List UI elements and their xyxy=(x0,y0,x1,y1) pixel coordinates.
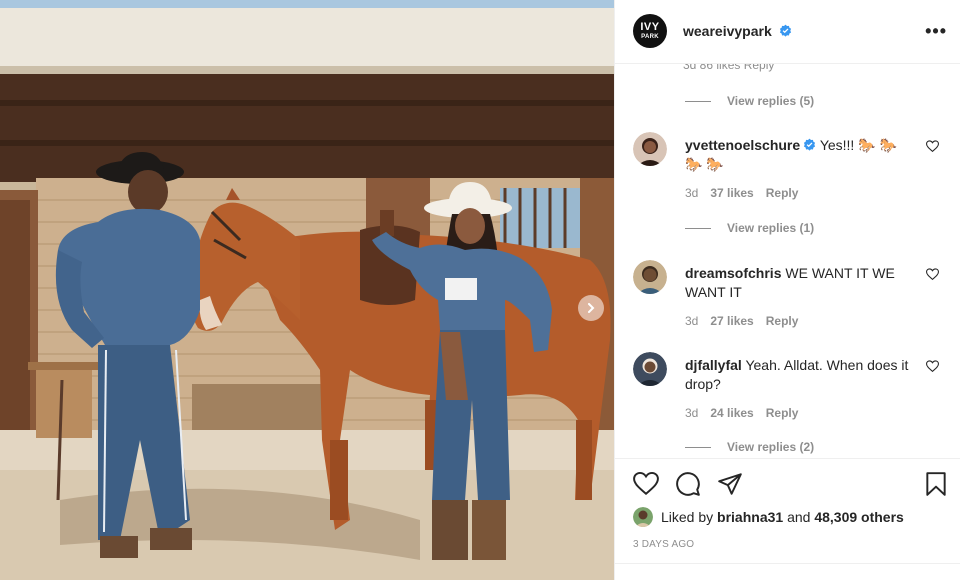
divider-dash xyxy=(685,100,711,102)
reply-button[interactable]: Reply xyxy=(766,314,799,328)
view-replies-button[interactable]: View replies (2) xyxy=(685,440,814,454)
avatar[interactable] xyxy=(633,507,653,527)
comment-username[interactable]: djfallyfal xyxy=(685,357,742,373)
likes-prefix: Liked by xyxy=(661,509,714,525)
comment-text-block: yvettenoelschure Yes!!! 🐎 🐎 🐎 🐎 xyxy=(685,136,909,174)
next-photo-button[interactable] xyxy=(578,295,604,321)
comment-likes[interactable]: 27 likes xyxy=(710,314,753,328)
comment: djfallyfal Yeah. Alldat. When does it dr… xyxy=(633,352,953,432)
post-side-panel: IVY PARK weareivypark ••• 3d 86 likes Re… xyxy=(614,0,960,580)
view-replies-label: View replies (2) xyxy=(727,440,815,454)
comment: yvettenoelschure Yes!!! 🐎 🐎 🐎 🐎 3d 37 li… xyxy=(633,132,953,228)
comment-text-block: djfallyfal Yeah. Alldat. When does it dr… xyxy=(685,356,909,394)
divider xyxy=(615,563,960,564)
more-options-button[interactable]: ••• xyxy=(925,22,947,40)
comment-meta: 3d 37 likes Reply xyxy=(685,186,798,200)
comment-username[interactable]: yvettenoelschure xyxy=(685,137,800,153)
verified-icon xyxy=(804,138,816,151)
avatar-text-ivy: IVY xyxy=(640,21,660,33)
comment-age: 3d xyxy=(685,186,699,200)
divider-dash xyxy=(685,446,711,448)
comment-meta: 3d 24 likes Reply xyxy=(685,406,798,420)
avatar[interactable] xyxy=(633,352,667,386)
comments-list[interactable]: 3d 86 likes Reply View replies (5) yvett… xyxy=(615,64,960,458)
account-username-row: weareivypark xyxy=(683,23,792,39)
like-comment-heart-icon[interactable] xyxy=(926,268,939,281)
avatar[interactable] xyxy=(633,260,667,294)
reply-button[interactable]: Reply xyxy=(766,406,799,420)
view-replies-button[interactable]: View replies (1) xyxy=(685,221,814,235)
like-comment-heart-icon[interactable] xyxy=(926,360,939,373)
avatar[interactable] xyxy=(633,132,667,166)
avatar-text-park: PARK xyxy=(641,34,659,40)
post-actions: Liked by briahna31 and 48,309 others 3 D… xyxy=(615,458,960,580)
post-photo[interactable] xyxy=(0,0,614,580)
comment-likes[interactable]: 24 likes xyxy=(710,406,753,420)
likes-and: and xyxy=(787,509,811,525)
comment: dreamsofchris WE WANT IT WE WANT IT 3d 2… xyxy=(633,260,953,340)
comment-age: 3d xyxy=(685,314,699,328)
view-replies-button[interactable]: View replies (5) xyxy=(685,94,814,108)
comment-likes[interactable]: 37 likes xyxy=(710,186,753,200)
chevron-right-icon xyxy=(588,303,595,313)
account-avatar[interactable]: IVY PARK xyxy=(633,14,667,48)
likes-summary: Liked by briahna31 and 48,309 others xyxy=(633,507,904,527)
partial-comment-meta: 3d 86 likes Reply xyxy=(683,64,775,72)
comment-username[interactable]: dreamsofchris xyxy=(685,265,781,281)
likes-count[interactable]: 48,309 others xyxy=(814,509,904,525)
like-comment-heart-icon[interactable] xyxy=(926,140,939,153)
liked-by-user[interactable]: briahna31 xyxy=(717,509,783,525)
post-timestamp[interactable]: 3 DAYS AGO xyxy=(633,539,694,550)
divider-dash xyxy=(685,227,711,229)
view-replies-label: View replies (1) xyxy=(727,221,815,235)
heart-icon[interactable] xyxy=(633,471,659,497)
bookmark-icon[interactable] xyxy=(923,471,949,497)
post-header: IVY PARK weareivypark ••• xyxy=(615,0,960,64)
reply-button[interactable]: Reply xyxy=(766,186,799,200)
account-username[interactable]: weareivypark xyxy=(683,23,772,39)
comment-text-block: dreamsofchris WE WANT IT WE WANT IT xyxy=(685,264,909,302)
verified-icon xyxy=(779,24,791,37)
comment-age: 3d xyxy=(685,406,699,420)
comment-icon[interactable] xyxy=(675,471,701,497)
share-icon[interactable] xyxy=(717,471,743,497)
view-replies-label: View replies (5) xyxy=(727,94,815,108)
photo-illustration xyxy=(0,0,614,580)
comment-meta: 3d 27 likes Reply xyxy=(685,314,798,328)
